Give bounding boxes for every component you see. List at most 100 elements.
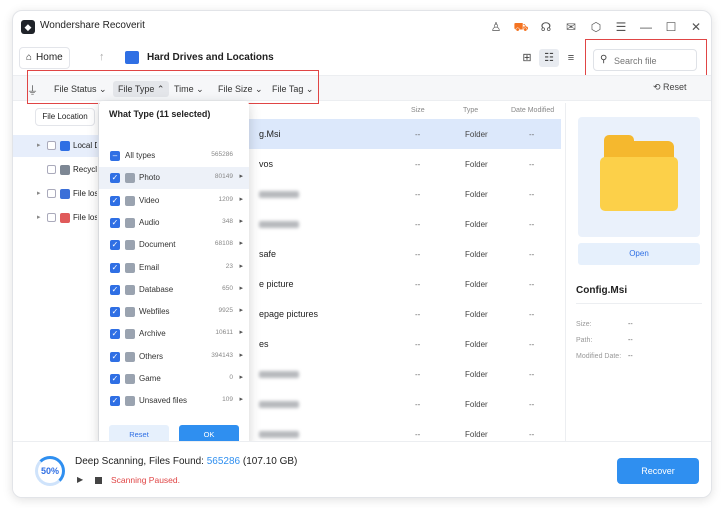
file-type-option[interactable]: ✓ Database 650 ▸ xyxy=(99,279,249,301)
play-icon[interactable]: ▶ xyxy=(77,475,83,484)
maximize-icon[interactable]: ☐ xyxy=(660,17,682,37)
filter-reset-button[interactable]: ⟲ Reset xyxy=(653,82,687,93)
sidebar-item-local-disk[interactable]: ▸ Local Disk xyxy=(13,135,99,157)
checkbox[interactable] xyxy=(47,213,56,222)
file-size: -- xyxy=(415,280,421,289)
file-type-option[interactable]: ✓ Webfiles 9925 ▸ xyxy=(99,301,249,323)
option-label: Game xyxy=(139,374,161,383)
submenu-arrow-icon[interactable]: ▸ xyxy=(239,351,243,359)
stop-icon[interactable] xyxy=(95,477,102,484)
file-type-option[interactable]: – All types 565286 xyxy=(99,145,249,167)
file-type-option[interactable]: ✓ Video 1209 ▸ xyxy=(99,190,249,212)
checkbox[interactable]: ✓ xyxy=(110,329,120,340)
file-date: -- xyxy=(529,190,535,199)
file-type-icon xyxy=(125,217,135,228)
file-date: -- xyxy=(529,400,535,409)
checkbox[interactable]: ✓ xyxy=(110,351,120,362)
option-label: Video xyxy=(139,195,160,205)
submenu-arrow-icon[interactable]: ▸ xyxy=(239,395,243,403)
checkbox[interactable]: ✓ xyxy=(110,195,120,206)
submenu-arrow-icon[interactable]: ▸ xyxy=(239,284,243,292)
detail-view-icon[interactable]: ☷ xyxy=(539,49,559,67)
file-size-filter[interactable]: File Size ⌄ xyxy=(213,81,268,97)
checkbox[interactable]: ✓ xyxy=(110,217,120,228)
checkbox[interactable] xyxy=(47,165,56,174)
search-icon: ⚲ xyxy=(600,54,608,65)
app-logo-icon: ◆ xyxy=(21,20,35,34)
filter-icon: ⏚ xyxy=(27,85,38,97)
expand-arrow-icon[interactable]: ▸ xyxy=(37,207,41,229)
submenu-arrow-icon[interactable]: ▸ xyxy=(239,373,243,381)
file-name: e picture xyxy=(259,279,294,289)
file-type-filter[interactable]: File Type ⌃ xyxy=(113,81,170,97)
checkbox[interactable]: ✓ xyxy=(110,374,120,384)
file-type-option[interactable]: ✓ Email 23 ▸ xyxy=(99,257,249,279)
menu-icon[interactable]: ☰ xyxy=(610,17,632,37)
close-icon[interactable]: ✕ xyxy=(685,17,707,37)
column-size[interactable]: Size xyxy=(411,107,425,114)
file-size: -- xyxy=(415,310,421,319)
checkbox[interactable] xyxy=(47,141,56,150)
file-type-icon xyxy=(125,374,135,384)
file-size: -- xyxy=(415,340,421,349)
checkbox[interactable]: ✓ xyxy=(110,307,120,318)
checkbox[interactable]: ✓ xyxy=(110,240,120,251)
submenu-arrow-icon[interactable]: ▸ xyxy=(239,239,243,247)
file-tag-filter[interactable]: File Tag ⌄ xyxy=(267,81,318,97)
sidebar-item-recycle-bin[interactable]: Recycle Bin xyxy=(13,159,99,181)
path-value: -- xyxy=(628,337,633,344)
home-button[interactable]: ⌂ Home xyxy=(19,47,70,69)
headset-icon[interactable]: ☊ xyxy=(535,17,557,37)
checkbox[interactable]: – xyxy=(110,151,120,161)
file-type-option[interactable]: ✓ Others 394143 ▸ xyxy=(99,346,249,368)
submenu-arrow-icon[interactable]: ▸ xyxy=(239,306,243,314)
file-type-option[interactable]: ✓ Archive 10611 ▸ xyxy=(99,323,249,345)
file-date: -- xyxy=(529,370,535,379)
file-type-option[interactable]: ✓ Audio 348 ▸ xyxy=(99,212,249,234)
search-input[interactable] xyxy=(614,53,692,68)
expand-arrow-icon[interactable]: ▸ xyxy=(37,135,41,157)
preview-file-name: Config.Msi xyxy=(576,285,628,296)
column-date[interactable]: Date Modified xyxy=(511,107,554,114)
submenu-arrow-icon[interactable]: ▸ xyxy=(239,328,243,336)
grid-view-icon[interactable]: ⊞ xyxy=(517,49,537,67)
minimize-icon[interactable]: — xyxy=(635,17,657,37)
file-type-option[interactable]: ✓ Document 68108 ▸ xyxy=(99,234,249,256)
up-arrow-icon[interactable]: ↑ xyxy=(99,51,105,63)
checkbox[interactable]: ✓ xyxy=(110,262,120,273)
file-size: -- xyxy=(415,250,421,259)
file-type-option[interactable]: ✓ Unsaved files 109 ▸ xyxy=(99,390,249,412)
scan-file-count: 565286 xyxy=(206,456,241,467)
time-filter[interactable]: Time ⌄ xyxy=(169,81,209,97)
submenu-arrow-icon[interactable]: ▸ xyxy=(239,172,243,180)
checkbox[interactable]: ✓ xyxy=(110,173,120,184)
list-view-icon[interactable]: ≡ xyxy=(561,49,581,67)
open-button[interactable]: Open xyxy=(578,243,700,265)
checkbox[interactable]: ✓ xyxy=(110,284,120,295)
option-count: 650 xyxy=(222,284,233,292)
search-box[interactable]: ⚲ xyxy=(593,49,697,71)
cart-icon[interactable]: ⛟ xyxy=(510,17,532,37)
checkbox[interactable]: ✓ xyxy=(110,396,120,407)
file-type-icon xyxy=(125,351,135,362)
expand-arrow-icon[interactable]: ▸ xyxy=(37,183,41,205)
user-icon[interactable]: ♙ xyxy=(485,17,507,37)
sidebar-item-label: File lost xyxy=(73,213,97,222)
mail-icon[interactable]: ✉ xyxy=(560,17,582,37)
column-type[interactable]: Type xyxy=(463,107,478,114)
file-type-option[interactable]: ✓ Game 0 ▸ xyxy=(99,368,249,390)
sidebar-item-file-lost-2[interactable]: ▸ File lost xyxy=(13,207,99,229)
recover-button[interactable]: Recover xyxy=(617,458,699,484)
sidebar-item-file-lost-1[interactable]: ▸ File lost xyxy=(13,183,99,205)
submenu-arrow-icon[interactable]: ▸ xyxy=(239,262,243,270)
submenu-arrow-icon[interactable]: ▸ xyxy=(239,217,243,225)
settings-icon[interactable]: ⬡ xyxy=(585,17,607,37)
submenu-arrow-icon[interactable]: ▸ xyxy=(239,195,243,203)
sidebar-item-label: File lost xyxy=(73,189,97,198)
checkbox[interactable] xyxy=(47,189,56,198)
disk-icon xyxy=(60,141,70,151)
home-label: Home xyxy=(36,52,63,63)
file-type-option[interactable]: ✓ Photo 80149 ▸ xyxy=(99,167,249,190)
file-status-filter[interactable]: File Status ⌄ xyxy=(49,81,112,97)
tab-file-location[interactable]: File Location xyxy=(35,108,95,126)
